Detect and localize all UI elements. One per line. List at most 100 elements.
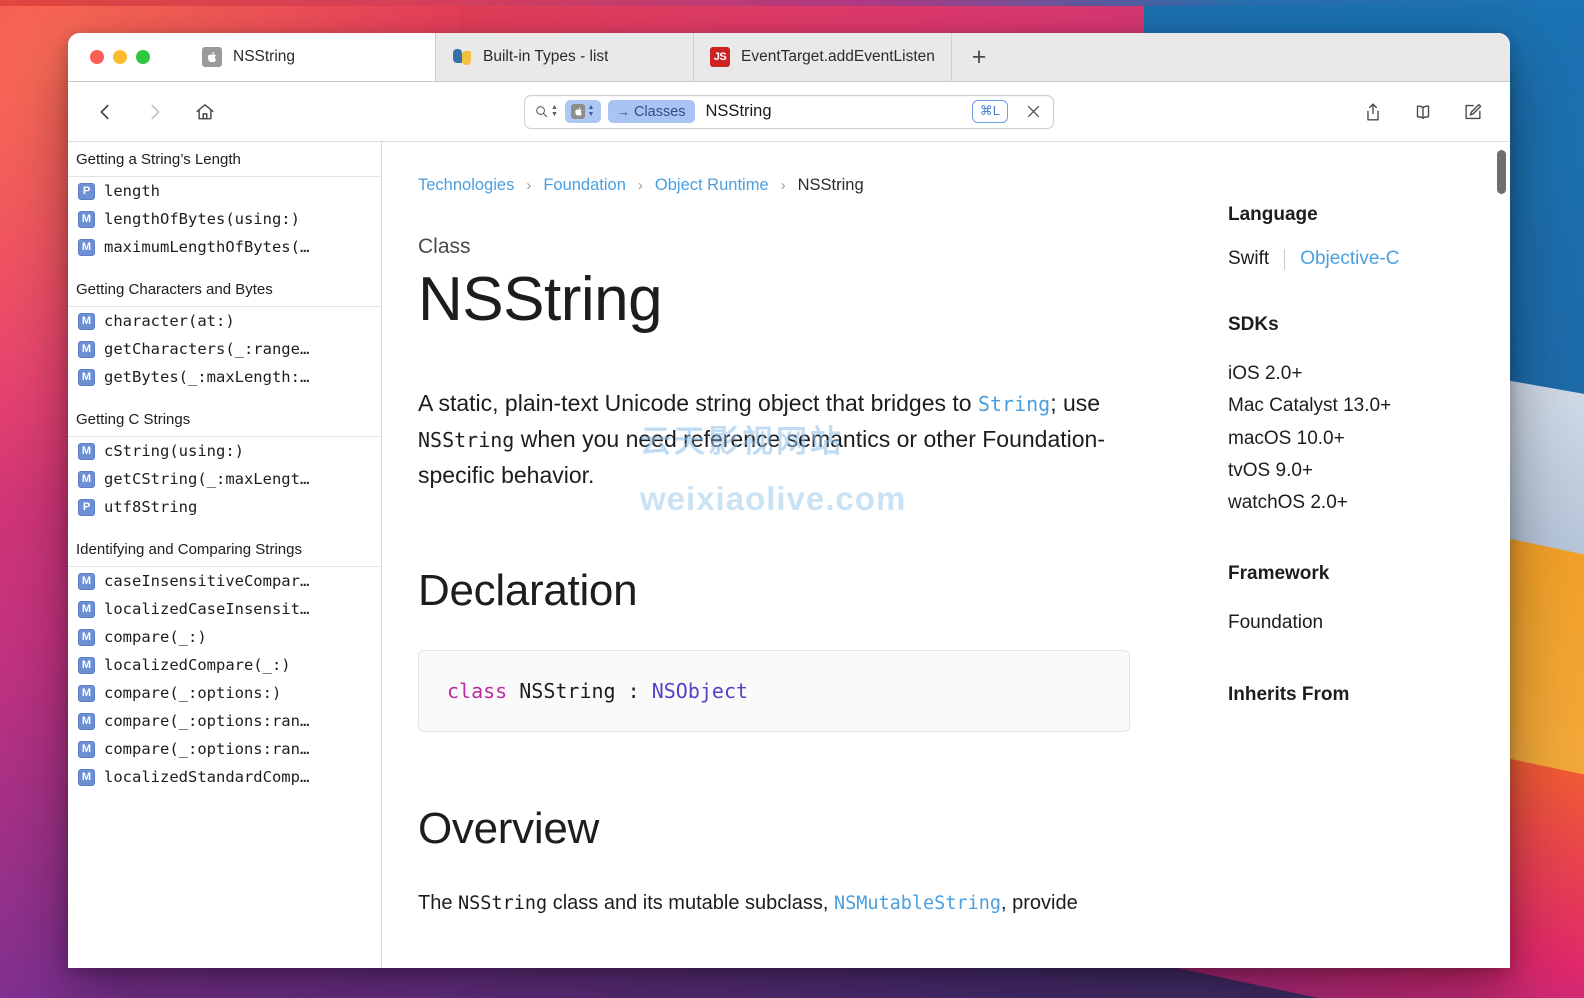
inherits-heading: Inherits From [1228, 684, 1510, 706]
sidebar-item-localizedcompare[interactable]: M localizedCompare(_:) [68, 651, 381, 679]
language-divider [1284, 249, 1285, 270]
sidebar-item-label: compare(_:options:) [104, 684, 281, 702]
sidebar-spacer [68, 521, 381, 532]
tab-nsstring[interactable]: NSString [186, 33, 436, 81]
overview-text-2: class and its mutable subclass, [547, 892, 834, 914]
breadcrumb-separator: › [781, 177, 786, 194]
content-scrollbar[interactable] [1497, 150, 1506, 910]
symbol-kind-badge: M [78, 629, 95, 646]
sidebar-item-label: maximumLengthOfBytes(… [104, 238, 309, 256]
tab-title: Built-in Types - list [483, 48, 608, 66]
sidebar-item-length[interactable]: P length [68, 177, 381, 205]
sidebar-item-label: localizedStandardComp… [104, 768, 309, 786]
sidebar-item-label: lengthOfBytes(using:) [104, 210, 300, 228]
sdks-heading: SDKs [1228, 314, 1510, 336]
sidebar-item-label: compare(_:) [104, 628, 207, 646]
sidebar-item-getbytes[interactable]: M getBytes(_:maxLength:… [68, 363, 381, 391]
symbol-kind-badge: M [78, 713, 95, 730]
search-stepper-arrows[interactable]: ▲▼ [551, 105, 558, 118]
inherits-block: Inherits From [1228, 684, 1510, 706]
abstract-text-1: A static, plain-text Unicode string obje… [418, 390, 978, 416]
tab-builtin-types[interactable]: Built-in Types - list [436, 33, 694, 81]
abstract-link-string[interactable]: String [978, 392, 1050, 416]
symbol-kind-badge: M [78, 741, 95, 758]
sdk-item: tvOS 9.0+ [1228, 455, 1510, 487]
search-icon[interactable]: ▲▼ [534, 104, 558, 119]
symbol-kind-badge: M [78, 443, 95, 460]
documentation-sidebar[interactable]: Getting a String’s Length P length M len… [68, 142, 382, 968]
minimize-window-button[interactable] [113, 50, 127, 64]
search-input[interactable]: NSString [702, 102, 965, 121]
tab-eventtarget[interactable]: JS EventTarget.addEventListener [694, 33, 952, 81]
sidebar-item-getcharacters[interactable]: M getCharacters(_:range… [68, 335, 381, 363]
scrollbar-thumb[interactable] [1497, 150, 1506, 194]
sdk-item: iOS 2.0+ [1228, 358, 1510, 390]
address-bar[interactable]: ▲▼ ▲▼ → Classes NSString ⌘L [524, 95, 1054, 129]
overview-heading: Overview [418, 804, 1190, 854]
content-column: Technologies › Foundation › Object Runti… [382, 142, 1190, 968]
breadcrumb-technologies[interactable]: Technologies [418, 176, 514, 195]
back-button[interactable] [90, 97, 120, 127]
language-objective-c[interactable]: Objective-C [1300, 248, 1399, 270]
breadcrumb-separator: › [526, 177, 531, 194]
code-type-name: NSString [519, 679, 615, 703]
scope-chip-label: Classes [634, 104, 686, 120]
sidebar-item-caseinsensitivecompare[interactable]: M caseInsensitiveCompar… [68, 567, 381, 595]
symbol-kind-badge: M [78, 313, 95, 330]
home-icon[interactable] [190, 97, 220, 127]
sidebar-item-character-at[interactable]: M character(at:) [68, 307, 381, 335]
framework-heading: Framework [1228, 563, 1510, 585]
language-swift[interactable]: Swift [1228, 248, 1269, 270]
declaration-code-block: class NSString : NSObject [418, 650, 1130, 732]
scope-stepper-arrows[interactable]: ▲▼ [587, 105, 594, 118]
sdk-item: macOS 10.0+ [1228, 423, 1510, 455]
sidebar-item-localizedstandardcompare[interactable]: M localizedStandardComp… [68, 763, 381, 791]
breadcrumb-current: NSString [798, 176, 864, 195]
sidebar-item-localizedcaseinsensitive[interactable]: M localizedCaseInsensit… [68, 595, 381, 623]
tab-title: NSString [233, 48, 295, 66]
sidebar-item-compare-options-range[interactable]: M compare(_:options:ran… [68, 707, 381, 735]
clear-search-button[interactable] [1019, 98, 1047, 126]
apple-icon [571, 104, 585, 119]
sidebar-item-compare-options[interactable]: M compare(_:options:) [68, 679, 381, 707]
maximize-window-button[interactable] [136, 50, 150, 64]
book-icon[interactable] [1410, 99, 1436, 125]
markup-icon[interactable] [1460, 99, 1486, 125]
sidebar-item-getcstring[interactable]: M getCString(_:maxLengt… [68, 465, 381, 493]
sdk-item: Mac Catalyst 13.0+ [1228, 390, 1510, 422]
close-window-button[interactable] [90, 50, 104, 64]
breadcrumb-object-runtime[interactable]: Object Runtime [655, 176, 769, 195]
sidebar-section-header: Identifying and Comparing Strings [68, 532, 381, 567]
sidebar-item-compare-options-range-locale[interactable]: M compare(_:options:ran… [68, 735, 381, 763]
sidebar-item-label: length [104, 182, 160, 200]
language-heading: Language [1228, 204, 1510, 226]
code-super-type[interactable]: NSObject [652, 679, 748, 703]
symbol-kind-badge: M [78, 769, 95, 786]
sidebar-item-utf8string[interactable]: P utf8String [68, 493, 381, 521]
sidebar-item-label: caseInsensitiveCompar… [104, 572, 309, 590]
window-body: Getting a String’s Length P length M len… [68, 142, 1510, 968]
metadata-rail: Language Swift Objective-C SDKs iOS 2.0+… [1190, 142, 1510, 968]
declaration-heading: Declaration [418, 566, 1190, 616]
language-toggle: Swift Objective-C [1228, 248, 1510, 270]
overview-text-3: , provide [1001, 892, 1078, 914]
symbol-kind-badge: M [78, 211, 95, 228]
share-icon[interactable] [1360, 99, 1386, 125]
new-tab-button[interactable]: + [952, 33, 1006, 81]
overview-link-nsmutablestring[interactable]: NSMutableString [834, 893, 1001, 914]
breadcrumb-foundation[interactable]: Foundation [543, 176, 626, 195]
code-keyword: class [447, 679, 507, 703]
apple-scope-selector[interactable]: ▲▼ [565, 100, 601, 123]
sidebar-item-lengthofbytes[interactable]: M lengthOfBytes(using:) [68, 205, 381, 233]
scope-chip-classes[interactable]: → Classes [608, 100, 695, 123]
sidebar-item-compare[interactable]: M compare(_:) [68, 623, 381, 651]
sidebar-item-cstring-using[interactable]: M cString(using:) [68, 437, 381, 465]
page-abstract: A static, plain-text Unicode string obje… [418, 386, 1130, 494]
symbol-kind-badge: P [78, 499, 95, 516]
sidebar-spacer [68, 261, 381, 272]
sdk-item: watchOS 2.0+ [1228, 487, 1510, 519]
forward-button[interactable] [140, 97, 170, 127]
address-bar-container: ▲▼ ▲▼ → Classes NSString ⌘L [68, 82, 1510, 141]
abstract-text-2: ; use [1050, 390, 1100, 416]
sidebar-item-maximumlengthofbytes[interactable]: M maximumLengthOfBytes(… [68, 233, 381, 261]
